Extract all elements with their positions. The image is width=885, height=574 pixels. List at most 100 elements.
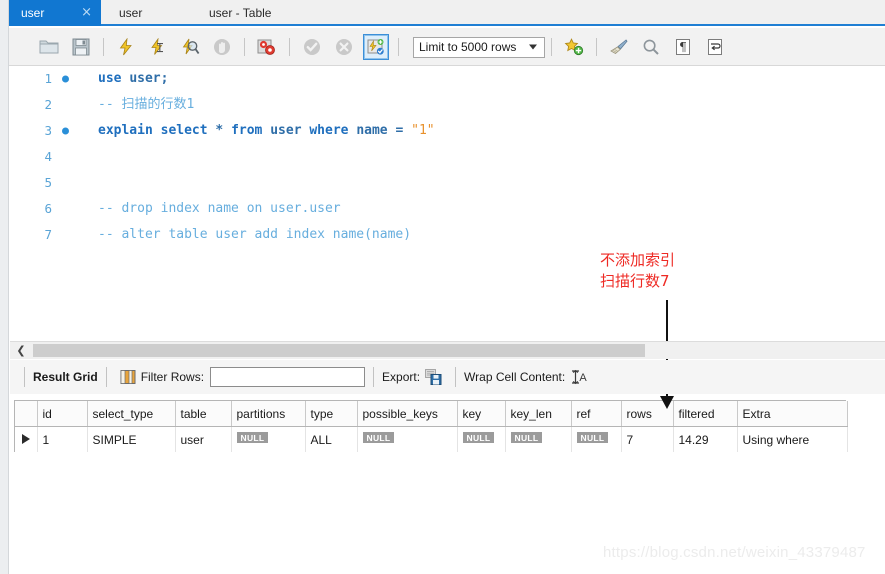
statement-marker-icon[interactable] [62, 75, 69, 83]
commit-icon[interactable] [299, 34, 325, 60]
line-number: 1 [44, 71, 52, 86]
explain-result-grid[interactable]: id select_type table partitions type pos… [14, 400, 848, 452]
null-badge: NULL [510, 431, 543, 443]
tab-user[interactable]: user [109, 0, 152, 26]
code-text: explain select * from user where name = … [98, 118, 435, 144]
code-token: explain [98, 123, 153, 138]
toolbar-separator [105, 367, 107, 387]
column-header-type[interactable]: type [305, 401, 358, 427]
wrap-cell-content-label: Wrap Cell Content: [464, 370, 566, 384]
rollback-icon[interactable] [331, 34, 357, 60]
open-sql-script-icon[interactable] [36, 34, 62, 60]
current-row-arrow-icon [21, 433, 30, 444]
execute-current-statement-icon[interactable] [145, 34, 171, 60]
wrap-cell-content-icon[interactable]: A [570, 369, 588, 385]
annotation-text: 不添加索引 扫描行数7 [600, 251, 676, 290]
toolbar-separator [373, 367, 375, 387]
cell-extra[interactable]: Using where [737, 426, 848, 452]
cell-possible_keys[interactable]: NULL [357, 426, 458, 452]
explain-statement-icon[interactable] [177, 34, 203, 60]
cell-table[interactable]: user [175, 426, 232, 452]
editor-tab-bar: user × user user - Table [9, 0, 885, 26]
code-token: user [270, 123, 302, 138]
line-number: 2 [44, 97, 52, 112]
cell-rows[interactable]: 7 [621, 426, 674, 452]
stop-statement-icon[interactable] [209, 34, 235, 60]
code-token: use [98, 71, 122, 86]
sql-editor-area[interactable]: 1 use user; 2 -- 扫描的行数1 3 explain select * fr… [10, 66, 885, 341]
scrollbar-thumb[interactable] [33, 344, 645, 357]
code-text: -- 扫描的行数1 [98, 92, 194, 118]
find-icon[interactable] [638, 34, 664, 60]
left-sidebar-rail [0, 0, 9, 574]
execute-statement-icon[interactable] [113, 34, 139, 60]
cell-type[interactable]: ALL [305, 426, 358, 452]
line-number: 3 [44, 123, 52, 138]
cell-filtered[interactable]: 14.29 [673, 426, 738, 452]
code-token: where [309, 123, 349, 138]
cell-key_len[interactable]: NULL [505, 426, 572, 452]
cell-id[interactable]: 1 [37, 426, 88, 452]
statement-marker-icon[interactable] [62, 127, 69, 135]
cell-ref[interactable]: NULL [571, 426, 622, 452]
code-line[interactable]: 3 explain select * from user where name =… [10, 118, 885, 144]
code-line[interactable]: 2 -- 扫描的行数1 [10, 92, 885, 118]
annotation-arrow-head [660, 396, 674, 409]
toggle-stop-on-error-icon[interactable] [254, 34, 280, 60]
column-header-id[interactable]: id [37, 401, 88, 427]
line-number: 4 [44, 149, 52, 164]
table-row[interactable]: 1 SIMPLE user NULL ALL NULL NULL NULL NU… [15, 426, 848, 452]
code-text: use user; [98, 66, 168, 92]
toolbar-separator [551, 38, 552, 56]
limit-rows-dropdown[interactable]: Limit to 5000 rows [413, 36, 545, 58]
beautify-sql-icon[interactable] [561, 34, 587, 60]
code-line[interactable]: 5 [10, 170, 885, 196]
column-header-possible_keys[interactable]: possible_keys [357, 401, 458, 427]
scroll-left-icon[interactable]: ❮ [12, 342, 30, 359]
export-recordset-icon[interactable] [425, 369, 442, 385]
clear-query-icon[interactable] [606, 34, 632, 60]
chevron-down-icon[interactable] [529, 44, 537, 50]
code-token: -- alter table user add index name(name) [98, 227, 412, 242]
code-token: "1" [411, 123, 435, 138]
grid-view-icon[interactable] [120, 369, 136, 385]
column-header-extra[interactable]: Extra [737, 401, 848, 427]
code-token: name [356, 123, 388, 138]
row-marker[interactable] [15, 426, 38, 452]
code-line[interactable]: 4 [10, 144, 885, 170]
column-header-select_type[interactable]: select_type [87, 401, 176, 427]
code-line[interactable]: 6 -- drop index name on user.user [10, 196, 885, 222]
result-grid-toolbar: Result Grid Filter Rows: Export: Wrap Ce… [10, 360, 885, 394]
toolbar-separator [289, 38, 290, 56]
filter-rows-input[interactable] [210, 367, 366, 387]
tab-user-active[interactable]: user × [9, 0, 101, 26]
cell-partitions[interactable]: NULL [231, 426, 306, 452]
wrap-lines-icon[interactable] [702, 34, 728, 60]
column-header-partitions[interactable]: partitions [231, 401, 306, 427]
code-line[interactable]: 1 use user; [10, 66, 885, 92]
column-header-key[interactable]: key [457, 401, 506, 427]
watermark-text: https://blog.csdn.net/weixin_43379487 [603, 544, 866, 561]
tab-user-table[interactable]: user - Table [199, 0, 281, 26]
svg-text:¶: ¶ [679, 40, 687, 54]
column-header-key_len[interactable]: key_len [505, 401, 572, 427]
column-header-filtered[interactable]: filtered [673, 401, 738, 427]
limit-rows-label: Limit to 5000 rows [419, 40, 517, 54]
toolbar-separator [24, 367, 25, 387]
toggle-autocommit-icon[interactable] [363, 34, 389, 60]
line-number: 5 [44, 175, 52, 190]
toggle-invisible-chars-icon[interactable]: ¶ [670, 34, 696, 60]
close-icon[interactable]: × [81, 0, 92, 26]
null-badge: NULL [362, 431, 395, 443]
code-line[interactable]: 7 -- alter table user add index name(name… [10, 222, 885, 248]
cell-select_type[interactable]: SIMPLE [87, 426, 176, 452]
column-header-ref[interactable]: ref [571, 401, 622, 427]
code-text: -- drop index name on user.user [98, 196, 341, 222]
cell-key[interactable]: NULL [457, 426, 506, 452]
column-header-table[interactable]: table [175, 401, 232, 427]
toolbar-separator [244, 38, 245, 56]
save-script-icon[interactable] [68, 34, 94, 60]
code-token: user [129, 71, 161, 86]
editor-horizontal-scrollbar[interactable]: ❮ [10, 341, 885, 359]
